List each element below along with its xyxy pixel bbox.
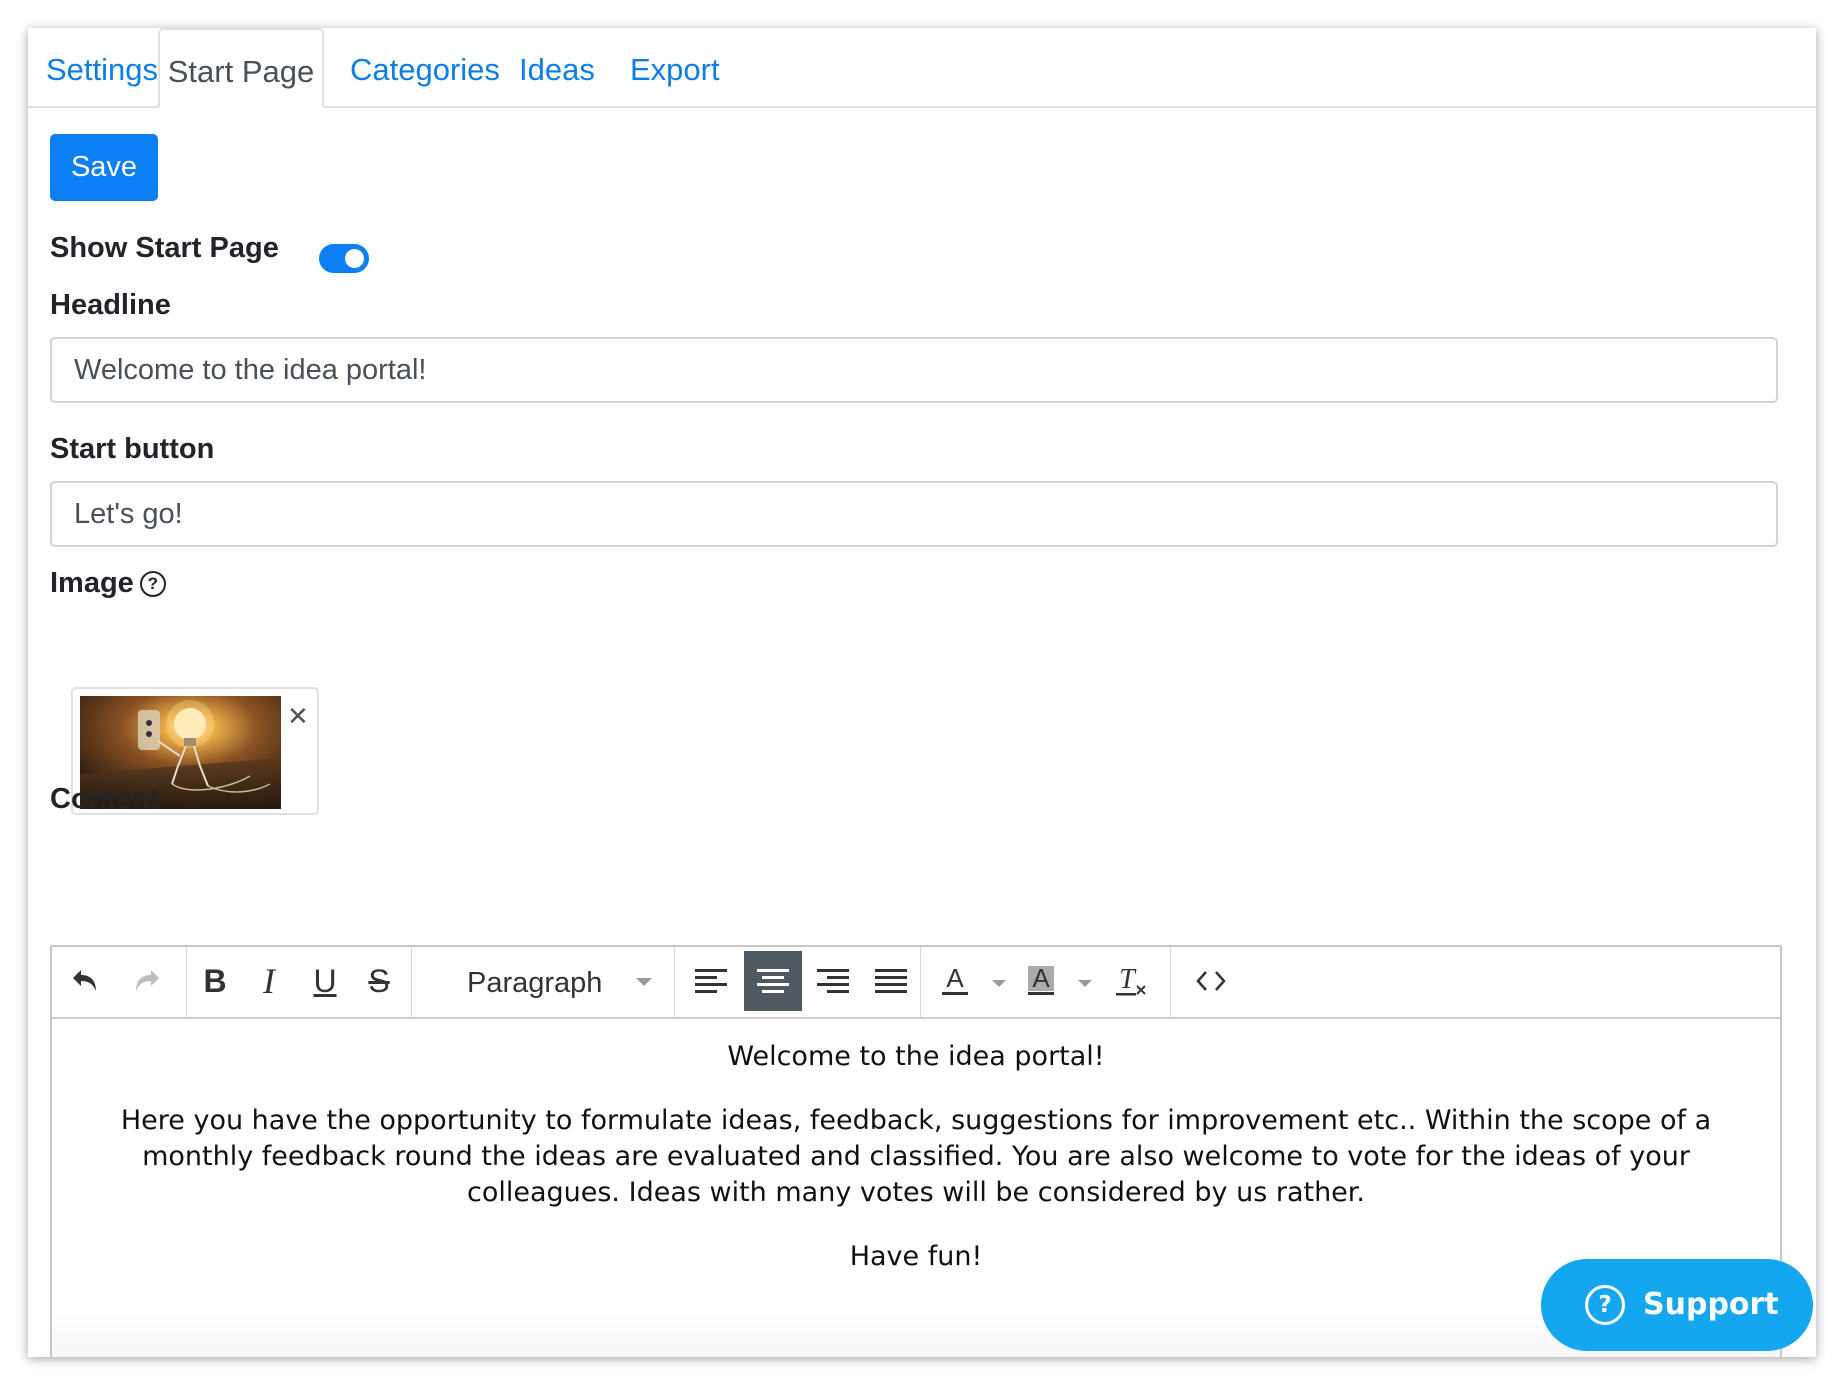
rich-text-editor: B I U S Paragraph A A T Welcome to the i… bbox=[50, 945, 1782, 1357]
support-button[interactable]: ? Support bbox=[1541, 1259, 1813, 1351]
start-button-label: Start button bbox=[50, 433, 215, 465]
show-start-page-label: Show Start Page bbox=[50, 232, 279, 264]
toggle-knob bbox=[345, 249, 364, 268]
content-paragraph-body: Here you have the opportunity to formula… bbox=[120, 1105, 1712, 1208]
text-color-icon[interactable]: A bbox=[926, 951, 984, 1011]
image-label: Image? bbox=[50, 567, 166, 600]
strikethrough-icon[interactable]: S bbox=[350, 951, 408, 1011]
help-circle-icon: ? bbox=[1585, 1285, 1625, 1325]
source-code-icon[interactable] bbox=[1182, 951, 1240, 1011]
headline-input[interactable]: Welcome to the idea portal! bbox=[50, 337, 1778, 403]
undo-icon[interactable] bbox=[56, 951, 114, 1011]
color-group: A A T bbox=[920, 947, 1171, 1017]
tab-categories[interactable]: Categories bbox=[350, 28, 500, 106]
text-color-chevron-icon[interactable] bbox=[992, 980, 1006, 987]
headline-label: Headline bbox=[50, 289, 171, 321]
tab-start-page[interactable]: Start Page bbox=[158, 28, 324, 108]
underline-icon[interactable]: U bbox=[296, 951, 354, 1011]
editor-toolbar: B I U S Paragraph A A T bbox=[52, 947, 1780, 1019]
tab-export[interactable]: Export bbox=[630, 28, 720, 106]
help-icon[interactable]: ? bbox=[139, 571, 166, 597]
remove-image-icon[interactable]: ✕ bbox=[287, 701, 309, 732]
align-group bbox=[676, 947, 921, 1017]
tab-bar: Settings Start Page Categories Ideas Exp… bbox=[28, 28, 1816, 108]
background-color-chevron-icon[interactable] bbox=[1078, 980, 1092, 987]
history-group bbox=[52, 947, 187, 1017]
align-left-icon[interactable] bbox=[682, 951, 740, 1011]
redo-icon[interactable] bbox=[118, 951, 176, 1011]
save-button[interactable]: Save bbox=[50, 134, 158, 201]
settings-panel: Settings Start Page Categories Ideas Exp… bbox=[28, 28, 1816, 1357]
support-label: Support bbox=[1643, 1287, 1779, 1322]
format-group: B I U S bbox=[186, 947, 412, 1017]
background-color-icon[interactable]: A bbox=[1012, 951, 1070, 1011]
chevron-down-icon bbox=[636, 978, 652, 986]
content-paragraph-heading: Welcome to the idea portal! bbox=[727, 1041, 1105, 1072]
align-center-icon[interactable] bbox=[744, 951, 802, 1011]
svg-text:T: T bbox=[1119, 964, 1137, 995]
block-format-value: Paragraph bbox=[467, 967, 603, 999]
align-right-icon[interactable] bbox=[804, 951, 862, 1011]
image-label-text: Image bbox=[50, 567, 134, 599]
start-button-input[interactable]: Let's go! bbox=[50, 481, 1778, 547]
block-format-select[interactable]: Paragraph bbox=[449, 947, 675, 1017]
tab-ideas[interactable]: Ideas bbox=[519, 28, 595, 106]
italic-icon[interactable]: I bbox=[240, 951, 298, 1011]
svg-text:A: A bbox=[1032, 965, 1050, 993]
content-paragraph-closing: Have fun! bbox=[849, 1241, 983, 1272]
tab-settings[interactable]: Settings bbox=[46, 28, 158, 106]
align-justify-icon[interactable] bbox=[862, 951, 920, 1011]
editor-content[interactable]: Welcome to the idea portal! Here you hav… bbox=[52, 1019, 1780, 1357]
clear-formatting-icon[interactable]: T bbox=[1102, 951, 1160, 1011]
svg-text:A: A bbox=[946, 965, 964, 993]
show-start-page-toggle[interactable] bbox=[319, 244, 369, 273]
bold-icon[interactable]: B bbox=[186, 951, 244, 1011]
content-label: Content bbox=[50, 783, 160, 815]
